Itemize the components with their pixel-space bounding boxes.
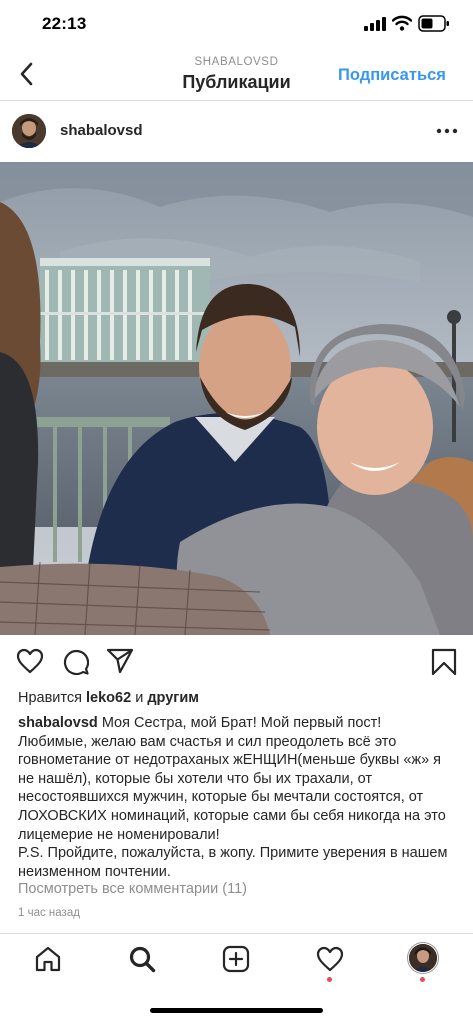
comment-icon[interactable]	[62, 648, 89, 675]
share-send-icon[interactable]	[106, 648, 134, 674]
post-caption: shabalovsd Моя Сестра, мой Брат! Мой пер…	[18, 714, 460, 881]
bookmark-icon[interactable]	[431, 648, 457, 676]
activity-heart-icon[interactable]	[316, 945, 344, 973]
search-icon[interactable]	[128, 945, 156, 973]
bottom-nav-divider	[0, 933, 473, 934]
like-heart-icon[interactable]	[16, 648, 44, 674]
more-options-icon[interactable]	[436, 127, 458, 135]
home-icon[interactable]	[34, 945, 62, 973]
header-divider	[0, 100, 473, 101]
home-indicator	[150, 1008, 323, 1013]
likes-others[interactable]: другим	[147, 690, 199, 706]
likes-summary[interactable]: Нравится leko62 и другим	[18, 690, 199, 706]
post-username[interactable]: shabalovsd	[60, 122, 143, 139]
caption-username[interactable]: shabalovsd	[18, 715, 98, 731]
activity-notification-dot	[327, 977, 332, 982]
battery-icon	[418, 15, 449, 32]
add-post-icon[interactable]	[222, 945, 250, 973]
post-timestamp: 1 час назад	[18, 907, 80, 919]
status-time: 22:13	[42, 14, 87, 33]
post-author-avatar[interactable]	[12, 114, 46, 148]
likes-prefix: Нравится	[18, 690, 82, 706]
profile-notification-dot	[420, 977, 425, 982]
likes-user[interactable]: leko62	[86, 690, 131, 706]
profile-tab-avatar[interactable]	[409, 944, 437, 972]
caption-text: Моя Сестра, мой Брат! Мой первый пост! Л…	[18, 715, 448, 880]
follow-button[interactable]: Подписаться	[338, 66, 446, 85]
likes-connector: и	[135, 690, 144, 706]
post-photo[interactable]	[0, 162, 473, 635]
wifi-icon	[392, 15, 412, 31]
cellular-signal-icon	[364, 17, 386, 31]
view-all-comments-link[interactable]: Посмотреть все комментарии (11)	[18, 881, 247, 897]
